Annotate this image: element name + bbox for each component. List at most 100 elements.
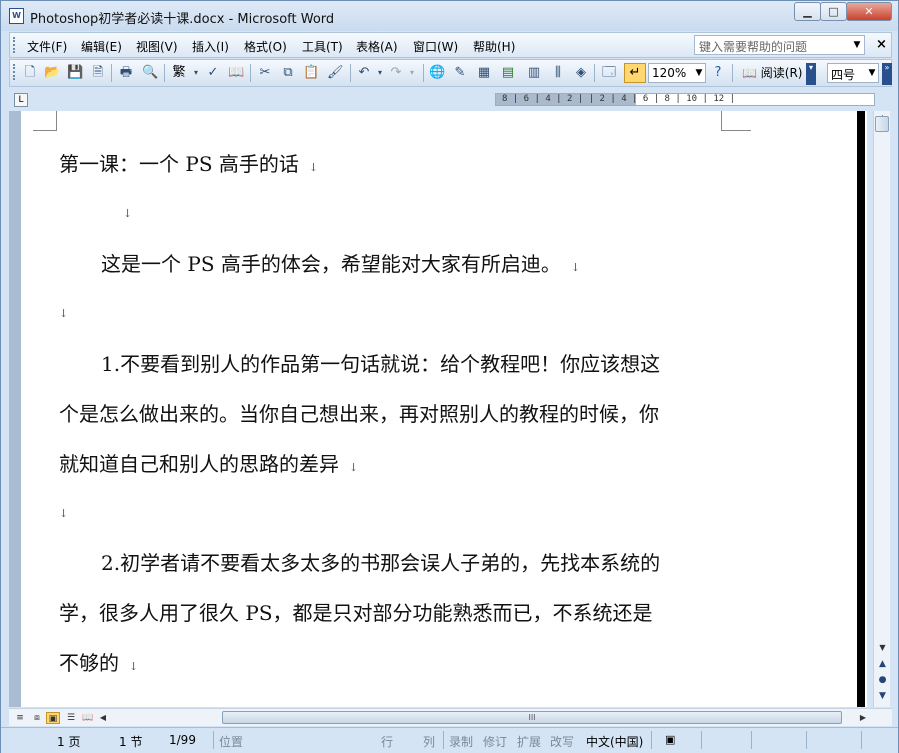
spelling-icon[interactable]: ✓ xyxy=(205,65,221,81)
word-doc-icon[interactable]: W xyxy=(9,8,24,24)
read-button[interactable]: 📖 阅读(R) xyxy=(742,64,802,81)
insert-table-icon[interactable]: ▦ xyxy=(476,65,492,81)
menu-edit[interactable]: 编辑(E) xyxy=(81,38,122,55)
doc-line-text: 就知道自己和别人的思路的差异 xyxy=(59,452,339,476)
doc-line[interactable]: 不够的 ↓ xyxy=(59,647,138,676)
window-title: Photoshop初学者必读十课.docx - Microsoft Word xyxy=(30,12,335,27)
horizontal-ruler[interactable]: 8 | 6 | 4 | 2 | | 2 | 4 | 6 | 8 | 10 | 1… xyxy=(495,93,875,106)
drawing-icon[interactable]: ⫼ xyxy=(550,65,566,81)
next-page-icon[interactable]: ▼ xyxy=(874,691,891,701)
status-separator xyxy=(443,731,444,749)
toolbar-options-icon[interactable]: » xyxy=(882,63,892,85)
paste-icon[interactable]: 📋 xyxy=(303,65,319,81)
document-page[interactable]: 第一课：一个 PS 高手的话 ↓ ↓ 这是一个 PS 高手的体会，希望能对大家有所… xyxy=(23,111,863,707)
columns-icon[interactable]: ▥ xyxy=(526,65,542,81)
chevron-down-icon[interactable]: ▼ xyxy=(693,64,705,82)
status-separator xyxy=(213,731,214,749)
chevron-down-icon[interactable]: ▾ xyxy=(404,65,420,81)
vertical-scrollbar[interactable]: ▲ ▼ ▲ ● ▼ xyxy=(873,111,890,707)
cut-icon[interactable]: ✂ xyxy=(257,65,273,81)
menu-table[interactable]: 表格(A) xyxy=(356,38,398,55)
toolbar-options-icon[interactable]: ▾ xyxy=(806,63,816,85)
status-record[interactable]: 录制 xyxy=(449,733,473,750)
redo-icon[interactable]: ↷ xyxy=(388,65,404,81)
status-revise[interactable]: 修订 xyxy=(483,733,507,750)
status-language[interactable]: 中文(中国) xyxy=(586,733,643,750)
chevron-down-icon[interactable]: ▼ xyxy=(866,64,878,82)
paragraph-mark-icon: ↓ xyxy=(59,307,69,320)
select-browse-object-icon[interactable]: ● xyxy=(874,675,891,685)
menubar-grip-icon[interactable] xyxy=(13,37,16,53)
spelling-status-icon[interactable]: ▣ xyxy=(665,733,675,746)
status-separator xyxy=(751,731,752,749)
horizontal-scroll-row: ≡ ⧈ ▣ ☰ 📖 ◀ III ▶ xyxy=(9,708,892,726)
menu-insert[interactable]: 插入(I) xyxy=(192,38,229,55)
chevron-down-icon[interactable]: ▾ xyxy=(372,65,388,81)
document-map-icon[interactable]: ◈ xyxy=(573,65,589,81)
copy-icon[interactable]: ⧉ xyxy=(280,65,296,81)
save-icon[interactable]: 💾 xyxy=(67,65,83,81)
horizontal-scroll-thumb[interactable]: III xyxy=(222,711,842,724)
previous-page-icon[interactable]: ▲ xyxy=(874,659,891,669)
new-document-icon[interactable]: 🗋 xyxy=(22,65,38,81)
menu-tools[interactable]: 工具(T) xyxy=(302,38,343,55)
insert-excel-icon[interactable]: ▤ xyxy=(500,65,516,81)
menu-format[interactable]: 格式(O) xyxy=(244,38,287,55)
doc-line[interactable]: ↓ xyxy=(113,198,132,222)
doc-line[interactable]: 个是怎么做出来的。当你自己想出来，再对照别人的教程的时候，你 xyxy=(59,398,659,427)
normal-view-icon[interactable]: ≡ xyxy=(13,712,27,724)
close-button[interactable]: ✕ xyxy=(846,2,892,21)
tab-selector-icon[interactable]: L xyxy=(14,93,28,107)
undo-icon[interactable]: ↶ xyxy=(356,65,372,81)
close-document-button[interactable]: × xyxy=(876,37,887,52)
toolbar-grip-icon[interactable] xyxy=(13,64,16,80)
horizontal-scrollbar[interactable]: ◀ III ▶ xyxy=(100,711,866,725)
outline-view-icon[interactable]: ☰ xyxy=(64,712,78,724)
help-search-input[interactable]: 键入需要帮助的问题 ▼ xyxy=(694,35,865,55)
chevron-down-icon[interactable]: ▼ xyxy=(850,36,864,54)
help-icon[interactable]: ? xyxy=(710,65,726,81)
doc-line-text: 这是一个 PS 高手的体会，希望能对大家有所启迪。 xyxy=(101,252,561,276)
doc-line[interactable]: 2.初学者请不要看太多太多的书那会误人子弟的，先找本系统的 xyxy=(101,547,660,576)
reading-layout-icon[interactable]: 📖 xyxy=(81,712,95,724)
minimize-button[interactable]: ▁ xyxy=(794,2,821,21)
doc-line[interactable]: 第一课：一个 PS 高手的话 ↓ xyxy=(59,148,318,177)
read-label: 阅读(R) xyxy=(760,66,803,80)
menu-view[interactable]: 视图(V) xyxy=(136,38,178,55)
menu-help[interactable]: 帮助(H) xyxy=(473,38,515,55)
zoom-select[interactable]: 120% ▼ xyxy=(648,63,706,83)
doc-line[interactable]: 学，很多人用了很久 PS，都是只对部分功能熟悉而已，不系统还是 xyxy=(59,597,653,626)
menu-file[interactable]: 文件(F) xyxy=(27,38,67,55)
status-line: 行 xyxy=(381,735,394,749)
document-area[interactable]: 第一课：一个 PS 高手的话 ↓ ↓ 这是一个 PS 高手的体会，希望能对大家有所… xyxy=(9,111,867,707)
paragraph-mark-icon: ↓ xyxy=(308,161,319,174)
format-painter-icon[interactable]: 🖌 xyxy=(327,65,344,81)
permission-icon[interactable]: 🗎 xyxy=(90,65,106,81)
maximize-button[interactable]: □ xyxy=(820,2,847,21)
doc-line[interactable]: 就知道自己和别人的思路的差异 ↓ xyxy=(59,448,358,477)
chevron-down-icon[interactable]: ▾ xyxy=(188,65,204,81)
open-folder-icon[interactable]: 📂 xyxy=(44,65,60,81)
status-extend[interactable]: 扩展 xyxy=(517,733,541,750)
tables-borders-icon[interactable]: ✎ xyxy=(452,65,468,81)
doc-line[interactable]: ↓ xyxy=(49,498,68,522)
scroll-left-icon[interactable]: ◀ xyxy=(98,711,108,725)
font-size-select[interactable]: 四号 ▼ xyxy=(827,63,879,83)
research-icon[interactable]: 📖 xyxy=(228,65,244,81)
thumbnails-icon[interactable]: 🗔 xyxy=(601,65,617,81)
menu-window[interactable]: 窗口(W) xyxy=(413,38,458,55)
scroll-right-icon[interactable]: ▶ xyxy=(858,711,868,725)
doc-line[interactable]: 1.不要看到别人的作品第一句话就说：给个教程吧！你应该想这 xyxy=(101,348,660,377)
doc-line[interactable]: ↓ xyxy=(49,298,68,322)
web-layout-icon[interactable]: ⧈ xyxy=(30,712,44,724)
traditional-chinese-button[interactable]: 繁 xyxy=(171,65,187,81)
hyperlink-icon[interactable]: 🌐 xyxy=(429,65,445,81)
vertical-scroll-thumb[interactable] xyxy=(875,116,889,132)
scroll-down-icon[interactable]: ▼ xyxy=(874,641,891,655)
status-overtype[interactable]: 改写 xyxy=(550,733,574,750)
print-preview-icon[interactable]: 🔍 xyxy=(142,65,158,81)
print-layout-icon[interactable]: ▣ xyxy=(46,712,60,724)
print-icon[interactable]: 🖶 xyxy=(118,65,134,81)
doc-line[interactable]: 这是一个 PS 高手的体会，希望能对大家有所启迪。 ↓ xyxy=(101,248,580,277)
paragraph-mark-icon: ↵ xyxy=(629,65,641,80)
